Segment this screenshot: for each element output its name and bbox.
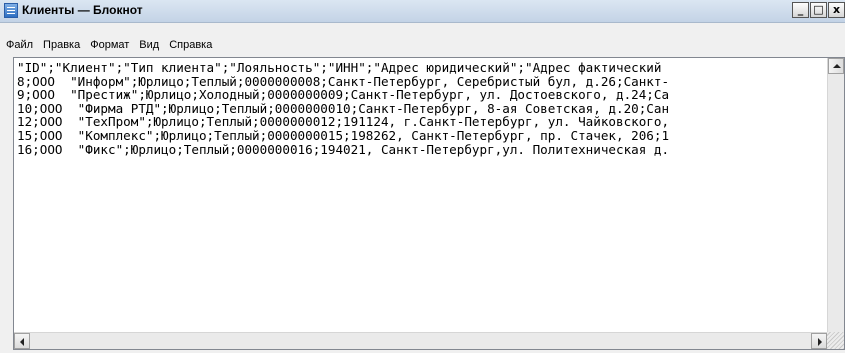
menu-view[interactable]: Вид [134, 39, 164, 51]
notepad-icon [4, 3, 18, 18]
text-line: 12;ООО "ТехПром";Юрлицо;Теплый;000000001… [17, 114, 670, 130]
close-button[interactable]: x [828, 2, 845, 18]
title-bar[interactable]: Клиенты — Блокнот _ □ x [0, 0, 845, 23]
arrow-left-icon [20, 338, 24, 346]
menu-format[interactable]: Формат [85, 39, 134, 51]
menu-file[interactable]: Файл [0, 39, 38, 51]
text-line: 9;ООО "Престиж";Юрлицо;Холодный;00000000… [17, 87, 670, 103]
document-text[interactable]: "ID";"Клиент";"Тип клиента";"Лояльность"… [17, 61, 827, 332]
text-editor[interactable]: "ID";"Клиент";"Тип клиента";"Лояльность"… [13, 57, 845, 350]
menu-help[interactable]: Справка [164, 39, 217, 51]
text-line: 16;ООО "Фикс";Юрлицо;Теплый;0000000016;1… [17, 141, 670, 157]
menu-edit[interactable]: Правка [38, 39, 85, 51]
arrow-right-icon [818, 338, 822, 346]
scroll-up-button[interactable] [828, 58, 844, 74]
maximize-button[interactable]: □ [810, 2, 827, 18]
scroll-left-button[interactable] [14, 333, 30, 349]
text-line: 8;ООО "Информ";Юрлицо;Теплый;0000000008;… [17, 73, 670, 89]
arrow-up-icon [833, 64, 841, 68]
resize-grip[interactable] [827, 332, 844, 349]
horizontal-scrollbar[interactable] [14, 332, 827, 349]
caption-buttons: _ □ x [791, 2, 845, 19]
vertical-scrollbar[interactable] [827, 58, 844, 332]
text-line: "ID";"Клиент";"Тип клиента";"Лояльность"… [17, 61, 662, 75]
text-line: 10;ООО "Фирма РТД";Юрлицо;Теплый;0000000… [17, 100, 670, 116]
notepad-window: Клиенты — Блокнот _ □ x Файл Правка Форм… [0, 0, 845, 353]
window-title: Клиенты — Блокнот [22, 3, 143, 17]
menu-bar: Файл Правка Формат Вид Справка [0, 36, 217, 54]
scroll-right-button[interactable] [811, 333, 827, 349]
minimize-button[interactable]: _ [792, 2, 809, 18]
text-line: 15;ООО "Комплекс";Юрлицо;Теплый;00000000… [17, 127, 670, 143]
